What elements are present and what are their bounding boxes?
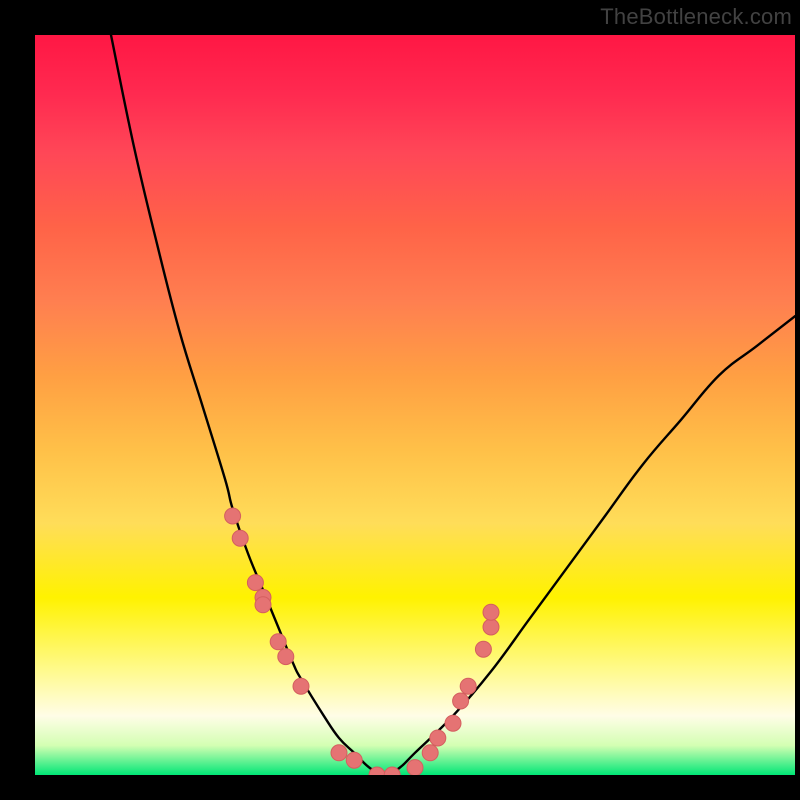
curve-marker bbox=[483, 619, 499, 635]
curve-marker bbox=[407, 760, 423, 775]
plot-area bbox=[35, 35, 795, 775]
chart-svg bbox=[35, 35, 795, 775]
curve-marker bbox=[331, 745, 347, 761]
markers-group bbox=[225, 508, 499, 775]
curve-marker bbox=[422, 745, 438, 761]
chart-stage: TheBottleneck.com bbox=[0, 0, 800, 800]
curve-marker bbox=[475, 641, 491, 657]
curve-marker bbox=[346, 752, 362, 768]
curve-marker bbox=[384, 767, 400, 775]
curve-marker bbox=[453, 693, 469, 709]
curve-marker bbox=[255, 589, 271, 605]
curve-marker bbox=[247, 575, 263, 591]
curve-marker bbox=[225, 508, 241, 524]
curve-marker bbox=[460, 678, 476, 694]
watermark-text: TheBottleneck.com bbox=[600, 4, 792, 30]
curve-marker bbox=[369, 767, 385, 775]
curve-marker bbox=[293, 678, 309, 694]
curve-marker bbox=[255, 597, 271, 613]
curve-marker bbox=[430, 730, 446, 746]
curve-marker bbox=[270, 634, 286, 650]
curve-marker bbox=[232, 530, 248, 546]
bottleneck-curve bbox=[111, 35, 795, 775]
curve-marker bbox=[445, 715, 461, 731]
curve-marker bbox=[278, 649, 294, 665]
curve-marker bbox=[483, 604, 499, 620]
